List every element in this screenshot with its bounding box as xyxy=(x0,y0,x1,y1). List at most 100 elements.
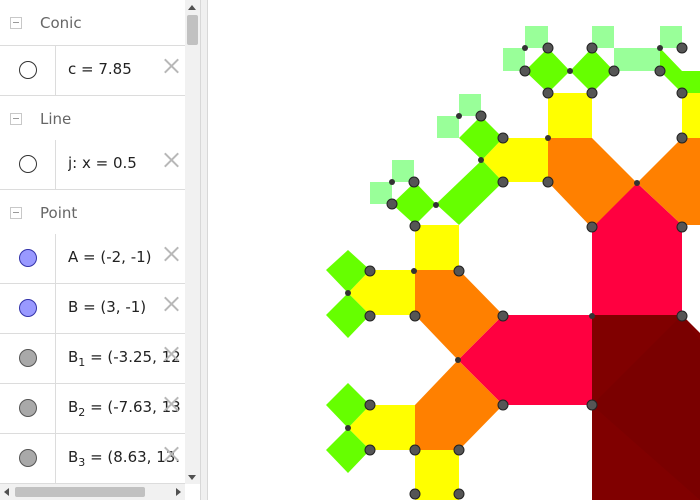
collapse-icon[interactable] xyxy=(10,207,22,219)
square-green xyxy=(570,48,614,93)
scroll-down-icon[interactable] xyxy=(188,475,196,480)
algebra-item-B[interactable]: B = (3, -1) xyxy=(0,284,185,334)
square-green xyxy=(660,48,700,93)
group-header-line[interactable]: Line xyxy=(0,96,185,142)
algebra-item-A[interactable]: A = (-2, -1) xyxy=(0,234,185,284)
collapse-icon[interactable] xyxy=(10,17,22,29)
point-dot[interactable] xyxy=(475,110,487,122)
group-header-point[interactable]: Point xyxy=(0,190,185,236)
point-dot[interactable] xyxy=(409,220,421,232)
algebra-item-B2[interactable]: B2 = (-7.63, 13 xyxy=(0,384,185,434)
scroll-thumb[interactable] xyxy=(187,15,198,45)
point-dot[interactable] xyxy=(409,444,421,456)
group-header-conic[interactable]: Conic xyxy=(0,0,185,46)
visibility-toggle[interactable] xyxy=(19,399,37,417)
point-dot[interactable] xyxy=(586,42,598,54)
delete-icon[interactable] xyxy=(161,343,183,365)
row-marker xyxy=(0,334,56,383)
scroll-thumb[interactable] xyxy=(15,487,145,497)
point-dot[interactable] xyxy=(519,65,531,77)
graphics-view[interactable] xyxy=(208,0,700,500)
intersection-point xyxy=(589,313,595,319)
algebra-item-B1[interactable]: B1 = (-3.25, 12 xyxy=(0,334,185,384)
delete-icon[interactable] xyxy=(161,55,183,77)
point-dot[interactable] xyxy=(453,444,465,456)
group-label: Conic xyxy=(40,14,82,32)
delete-icon[interactable] xyxy=(161,149,183,171)
horizontal-scrollbar[interactable] xyxy=(0,484,185,500)
visibility-toggle[interactable] xyxy=(19,249,37,267)
square-yellow xyxy=(415,225,459,270)
point-dot[interactable] xyxy=(676,221,688,233)
algebra-item-c[interactable]: c = 7.85 xyxy=(0,46,185,96)
visibility-toggle[interactable] xyxy=(19,299,37,317)
intersection-point xyxy=(345,290,351,296)
point-name: A xyxy=(68,248,79,266)
row-marker xyxy=(0,284,56,333)
point-dot[interactable] xyxy=(586,399,598,411)
row-marker xyxy=(0,434,56,483)
collapse-icon[interactable] xyxy=(10,113,22,125)
point-dot[interactable] xyxy=(676,42,688,54)
delete-icon[interactable] xyxy=(161,243,183,265)
point-dot[interactable] xyxy=(408,176,420,188)
point-name: B xyxy=(68,398,79,416)
point-dot[interactable] xyxy=(364,444,376,456)
delete-icon[interactable] xyxy=(161,393,183,415)
view-splitter[interactable] xyxy=(200,0,208,500)
delete-icon[interactable] xyxy=(161,293,183,315)
point-dot[interactable] xyxy=(497,132,509,144)
row-marker xyxy=(0,46,56,95)
point-dot[interactable] xyxy=(542,87,554,99)
intersection-point xyxy=(345,425,351,431)
point-dot[interactable] xyxy=(453,488,465,500)
algebra-item-B3[interactable]: B3 = (8.63, 13. xyxy=(0,434,185,484)
intersection-point xyxy=(456,113,462,119)
algebra-item-j[interactable]: j: x = 0.5 xyxy=(0,140,185,190)
point-dot[interactable] xyxy=(676,87,688,99)
scroll-right-icon[interactable] xyxy=(176,488,181,496)
point-dot[interactable] xyxy=(386,198,398,210)
square-yellow xyxy=(682,93,700,138)
point-dot[interactable] xyxy=(364,399,376,411)
row-marker xyxy=(0,140,56,189)
delete-icon[interactable] xyxy=(161,443,183,465)
point-dot[interactable] xyxy=(409,310,421,322)
visibility-toggle[interactable] xyxy=(19,449,37,467)
point-dot[interactable] xyxy=(676,132,688,144)
square-yellow xyxy=(548,93,592,138)
vertical-scrollbar[interactable] xyxy=(185,0,200,484)
point-dot[interactable] xyxy=(608,65,620,77)
point-dot[interactable] xyxy=(654,65,666,77)
square-lightgreen xyxy=(614,48,660,71)
point-dot[interactable] xyxy=(497,310,509,322)
point-dot[interactable] xyxy=(542,42,554,54)
point-dot[interactable] xyxy=(453,265,465,277)
intersection-point xyxy=(567,68,573,74)
group-label: Point xyxy=(40,204,78,222)
point-dot[interactable] xyxy=(586,87,598,99)
point-dot[interactable] xyxy=(586,221,598,233)
point-dot[interactable] xyxy=(497,176,509,188)
point-dot[interactable] xyxy=(542,176,554,188)
intersection-point xyxy=(478,157,484,163)
point-value: = (-2, -1) xyxy=(78,248,152,266)
scroll-up-icon[interactable] xyxy=(188,5,196,10)
visibility-toggle[interactable] xyxy=(19,349,37,367)
point-dot[interactable] xyxy=(364,310,376,322)
intersection-point xyxy=(455,357,461,363)
intersection-point xyxy=(411,268,417,274)
point-value: = (3, -1) xyxy=(78,298,147,316)
point-name: B xyxy=(68,298,79,316)
point-dot[interactable] xyxy=(364,265,376,277)
group-label: Line xyxy=(40,110,72,128)
scroll-left-icon[interactable] xyxy=(4,488,9,496)
visibility-toggle[interactable] xyxy=(19,155,37,173)
intersection-point xyxy=(389,179,395,185)
intersection-point xyxy=(522,45,528,51)
point-dot[interactable] xyxy=(676,310,688,322)
point-dot[interactable] xyxy=(497,399,509,411)
visibility-toggle[interactable] xyxy=(19,61,37,79)
intersection-point xyxy=(634,180,640,186)
point-dot[interactable] xyxy=(409,488,421,500)
